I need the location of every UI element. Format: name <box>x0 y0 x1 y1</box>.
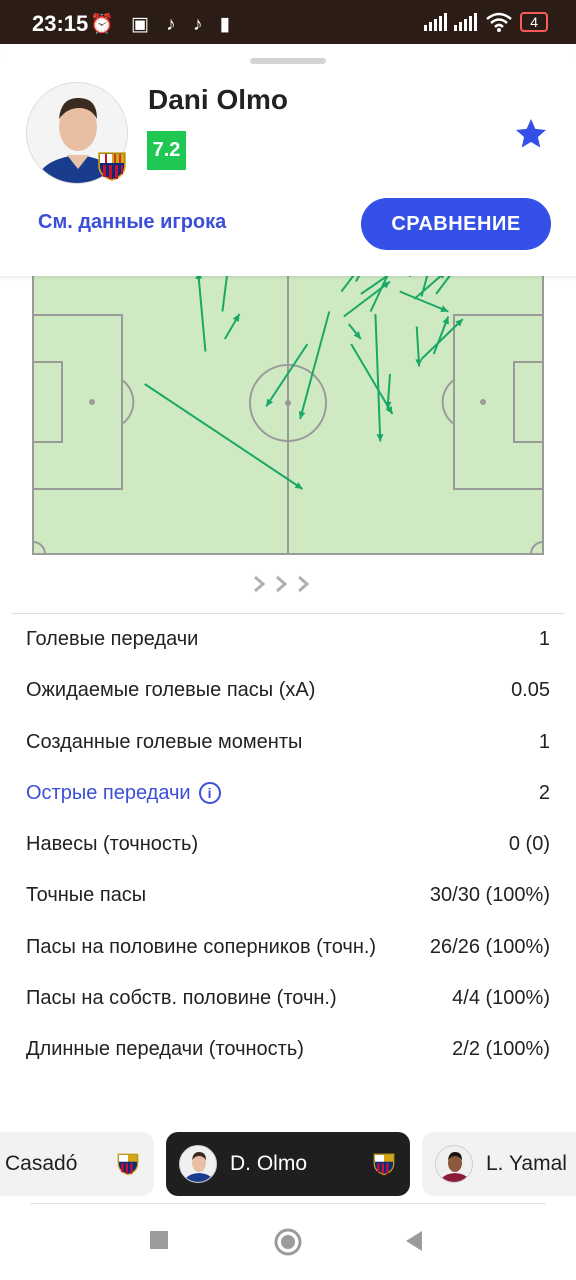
stat-row: Точные пасы 30/30 (100%) <box>0 870 576 921</box>
player-header: Dani Olmo 7.2 См. данные игрока СРАВНЕНИ… <box>0 44 576 276</box>
stat-value: 2/2 (100%) <box>452 1038 550 1061</box>
center-spot <box>285 400 291 406</box>
stats-list: Голевые передачи 1 Ожидаемые голевые пас… <box>0 614 576 1076</box>
player-chip-olmo[interactable]: D. Olmo <box>166 1132 410 1196</box>
stat-row: Пасы на собств. половине (точн.) 4/4 (10… <box>0 973 576 1024</box>
stat-value: 1 <box>538 628 550 650</box>
player-switcher: Casadó D. Olmo L. Yamal <box>0 1132 576 1198</box>
status-bar: 23:15 ⏰ ▣ ♪ ♪ ▮ 4 <box>0 0 576 44</box>
stat-value: 30/30 (100%) <box>429 884 550 907</box>
battery-icon: 4 <box>520 12 548 32</box>
stat-label: Пасы на половине соперников (точн.) <box>26 935 377 958</box>
stat-label: Точные пасы <box>26 884 147 907</box>
stat-value: 2 <box>538 781 550 804</box>
stat-label-text: Острые передачи <box>26 781 191 804</box>
player-chip-casado[interactable]: Casadó <box>0 1132 154 1196</box>
stat-value: 26/26 (100%) <box>429 935 550 958</box>
info-icon[interactable]: i <box>198 781 221 804</box>
home-circle-icon[interactable] <box>273 1227 303 1257</box>
player-rating-badge: 7.2 <box>147 131 186 170</box>
recents-square-icon[interactable] <box>149 1230 169 1250</box>
stat-value: 0 (0) <box>508 833 550 856</box>
left-penalty-spot <box>89 399 95 405</box>
stat-value: 4/4 (100%) <box>452 987 550 1010</box>
stat-row: Ожидаемые голевые пасы (xA) 0.05 <box>0 665 576 716</box>
see-player-data-link[interactable]: См. данные игрока <box>38 211 226 234</box>
stat-label-link[interactable]: Острые передачи i <box>26 781 221 805</box>
player-chip-name: L. Yamal <box>486 1152 567 1175</box>
stat-label: Навесы (точность) <box>26 833 199 856</box>
stat-label: Голевые передачи <box>26 628 199 650</box>
barcelona-badge-icon <box>98 152 126 181</box>
player-chip-yamal[interactable]: L. Yamal <box>422 1132 576 1196</box>
barcelona-badge-icon <box>373 1153 395 1176</box>
stat-label: Ожидаемые голевые пасы (xA) <box>26 679 316 702</box>
right-penalty-spot <box>480 399 486 405</box>
status-right: 4 <box>424 12 548 32</box>
favorite-star-icon[interactable] <box>513 116 549 152</box>
player-chip-name: Casadó <box>5 1152 78 1175</box>
status-time: 23:15 <box>32 11 89 36</box>
chevron-right-icon <box>298 575 310 593</box>
stat-row: Длинные передачи (точность) 2/2 (100%) <box>0 1024 576 1075</box>
player-chip-name: D. Olmo <box>230 1152 308 1175</box>
stat-value: 0.05 <box>511 679 550 702</box>
barcelona-badge-icon <box>117 1153 139 1176</box>
divider <box>30 1203 546 1204</box>
stat-label: Длинные передачи (точность) <box>26 1038 304 1061</box>
player-chip-avatar <box>435 1145 473 1183</box>
stat-row: Пасы на половине соперников (точн.) 26/2… <box>0 922 576 973</box>
chevron-right-icon <box>276 575 288 593</box>
player-name: Dani Olmo <box>148 84 289 115</box>
stat-row: Голевые передачи 1 <box>0 614 576 665</box>
compare-button[interactable]: СРАВНЕНИЕ <box>361 198 551 250</box>
wifi-icon <box>486 12 513 32</box>
stat-label: Созданные голевые моменты <box>26 730 303 753</box>
chevron-right-icon <box>254 575 266 593</box>
stat-value: 1 <box>538 730 550 753</box>
notification-icons: ⏰ ▣ ♪ ♪ ▮ <box>90 14 237 35</box>
stat-row: Созданные голевые моменты 1 <box>0 717 576 768</box>
player-chip-avatar <box>179 1145 217 1183</box>
back-triangle-icon[interactable] <box>404 1230 424 1252</box>
system-nav-bar <box>0 1212 576 1280</box>
bottom-sheet: Dani Olmo 7.2 См. данные игрока СРАВНЕНИ… <box>0 44 576 1280</box>
signal-icon <box>424 13 478 31</box>
stat-label: Пасы на собств. половине (точн.) <box>26 987 337 1010</box>
stat-row: Навесы (точность) 0 (0) <box>0 819 576 870</box>
stat-row-key-passes[interactable]: Острые передачи i 2 <box>0 768 576 819</box>
drag-handle[interactable] <box>250 58 326 64</box>
pager-chevrons[interactable] <box>252 574 310 594</box>
